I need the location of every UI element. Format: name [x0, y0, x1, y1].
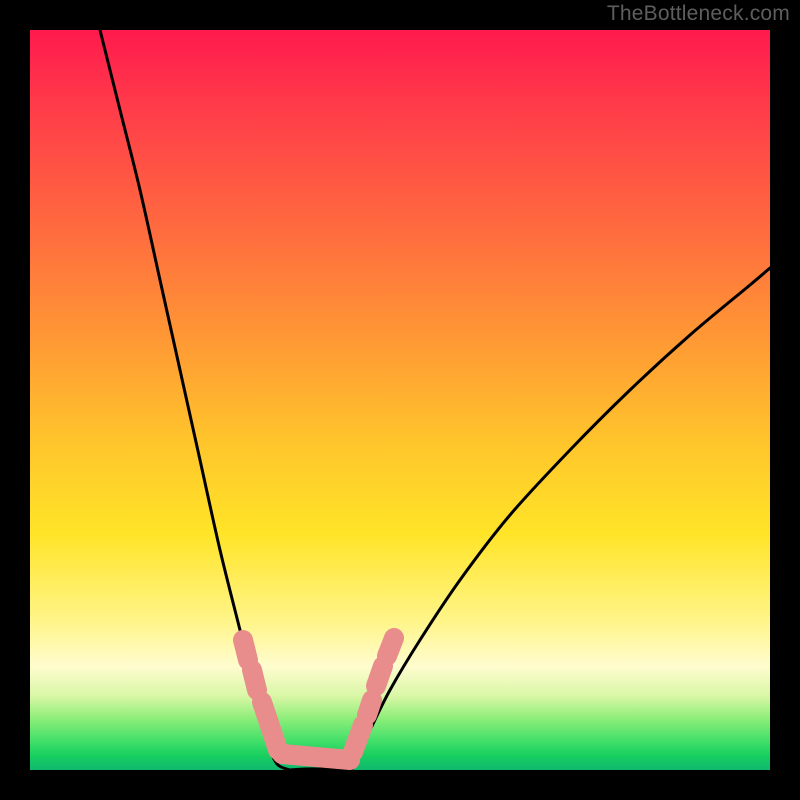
ridge-segment-4: [353, 725, 363, 752]
ridge-segment-2: [262, 702, 278, 750]
plot-area: [30, 30, 770, 770]
right-curve-line: [352, 268, 770, 770]
ridge-segment-6: [376, 666, 383, 686]
ridge-marker-group: [243, 638, 394, 760]
left-curve-line: [100, 30, 290, 770]
ridge-segment-7: [387, 638, 394, 656]
chart-svg: [30, 30, 770, 770]
ridge-segment-1: [252, 670, 257, 690]
ridge-segment-0: [243, 640, 248, 660]
ridge-segment-5: [367, 700, 372, 715]
page-frame: TheBottleneck.com: [0, 0, 800, 800]
watermark-text: TheBottleneck.com: [607, 2, 790, 26]
ridge-segment-3: [282, 754, 350, 760]
